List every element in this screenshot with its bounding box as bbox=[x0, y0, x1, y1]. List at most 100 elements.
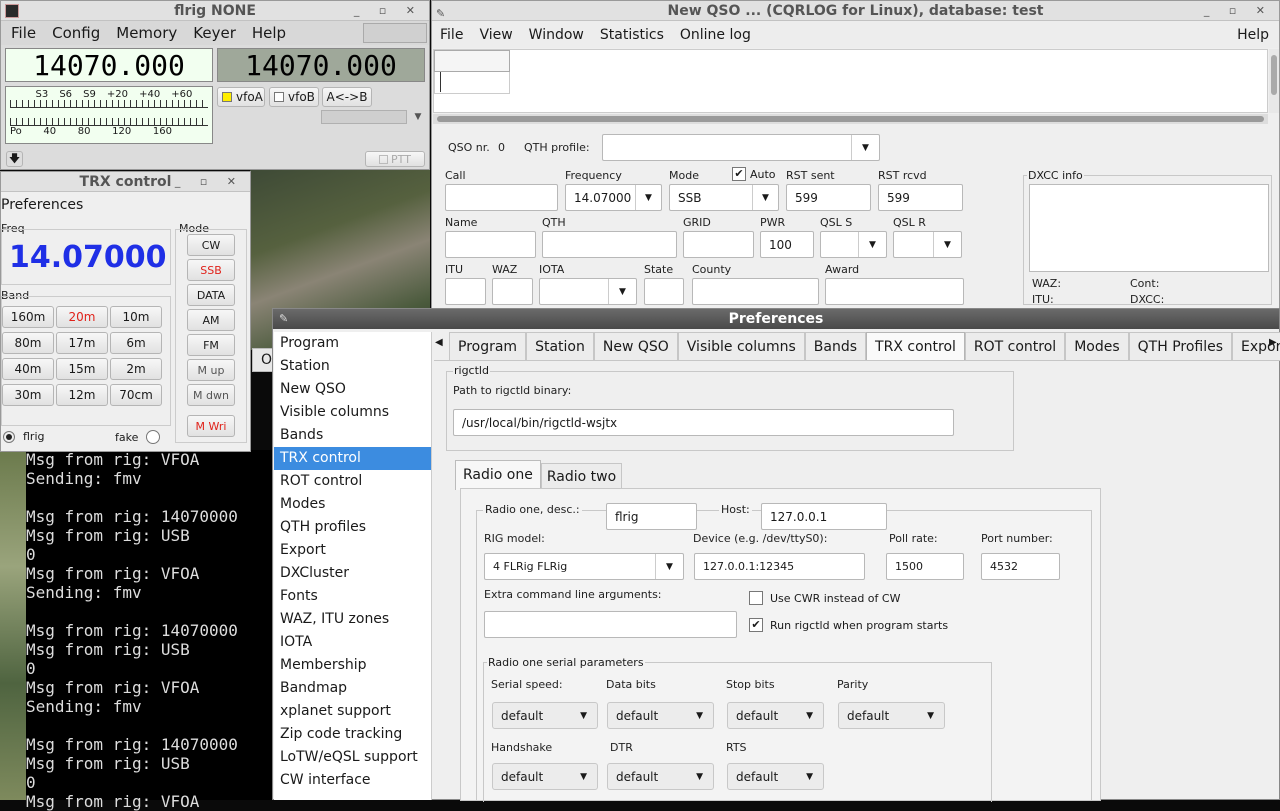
prefs-sidebar-item-xplanet-support[interactable]: xplanet support bbox=[274, 700, 431, 723]
rts-select[interactable]: default ▼ bbox=[727, 763, 824, 790]
port-input[interactable]: 4532 bbox=[981, 553, 1060, 580]
flrig-radio[interactable]: flrig bbox=[3, 430, 45, 443]
prefs-sidebar-item-trx-control[interactable]: TRX control bbox=[274, 447, 431, 470]
flrig-menu-help[interactable]: Help bbox=[244, 20, 294, 46]
flrig-slider-arrow[interactable]: ▼ bbox=[409, 110, 427, 124]
band-button-15m[interactable]: 15m bbox=[56, 358, 108, 380]
device-input[interactable]: 127.0.0.1:12345 bbox=[694, 553, 865, 580]
host-input[interactable]: 127.0.0.1 bbox=[761, 503, 887, 530]
mode-button-am[interactable]: AM bbox=[187, 309, 235, 331]
band-button-30m[interactable]: 30m bbox=[2, 384, 54, 406]
prefs-tab-scroll-right[interactable]: ▶ bbox=[1269, 337, 1277, 348]
prefs-sidebar-item-zip-code-tracking[interactable]: Zip code tracking bbox=[274, 723, 431, 746]
parity-select[interactable]: default ▼ bbox=[838, 702, 945, 729]
vfob-button[interactable]: vfoB bbox=[269, 87, 319, 107]
vfoa-button[interactable]: vfoA bbox=[217, 87, 265, 107]
fake-radio[interactable]: fake bbox=[115, 430, 161, 444]
band-button-80m[interactable]: 80m bbox=[2, 332, 54, 354]
prefs-sidebar-item-modes[interactable]: Modes bbox=[274, 493, 431, 516]
cwr-checkbox[interactable]: Use CWR instead of CW bbox=[749, 591, 900, 605]
dtr-select[interactable]: default ▼ bbox=[607, 763, 714, 790]
desc-input[interactable]: flrig bbox=[606, 503, 697, 530]
prefs-tab-modes[interactable]: Modes bbox=[1065, 332, 1129, 360]
prefs-sidebar-item-program[interactable]: Program bbox=[274, 332, 431, 355]
prefs-sidebar-item-cw-interface[interactable]: CW interface bbox=[274, 769, 431, 792]
iota-select[interactable]: ▼ bbox=[539, 278, 637, 305]
band-button-10m[interactable]: 10m bbox=[110, 306, 162, 328]
vfo-b-display[interactable]: 14070.000 bbox=[217, 48, 425, 82]
prefs-sidebar-item-station[interactable]: Station bbox=[274, 355, 431, 378]
collapse-button[interactable]: 🡇 bbox=[6, 151, 23, 167]
prefs-sidebar-item-qth-profiles[interactable]: QTH profiles bbox=[274, 516, 431, 539]
qth-input[interactable] bbox=[542, 231, 677, 258]
poll-input[interactable]: 1500 bbox=[886, 553, 964, 580]
band-button-2m[interactable]: 2m bbox=[110, 358, 162, 380]
qso-grid-hscroll[interactable] bbox=[433, 114, 1268, 124]
prefs-tab-trx-control[interactable]: TRX control bbox=[866, 332, 965, 360]
prefs-sidebar-item-waz-itu-zones[interactable]: WAZ, ITU zones bbox=[274, 608, 431, 631]
qso-menu-statistics[interactable]: Statistics bbox=[592, 22, 672, 48]
prefs-sidebar-item-visible-columns[interactable]: Visible columns bbox=[274, 401, 431, 424]
prefs-sidebar-item-membership[interactable]: Membership bbox=[274, 654, 431, 677]
itu-input[interactable] bbox=[445, 278, 486, 305]
data-bits-select[interactable]: default ▼ bbox=[607, 702, 714, 729]
band-button-12m[interactable]: 12m bbox=[56, 384, 108, 406]
state-input[interactable] bbox=[644, 278, 684, 305]
vfo-a-display[interactable]: 14070.000 bbox=[5, 48, 213, 82]
prefs-sidebar-item-export[interactable]: Export bbox=[274, 539, 431, 562]
county-input[interactable] bbox=[692, 278, 819, 305]
extra-args-input[interactable] bbox=[484, 611, 737, 638]
serial-speed-select[interactable]: default ▼ bbox=[492, 702, 598, 729]
qso-menu-view[interactable]: View bbox=[471, 22, 520, 48]
qso-grid-area[interactable] bbox=[433, 49, 1268, 113]
trx-window-controls[interactable]: _ ▫ ✕ bbox=[175, 172, 244, 192]
qso-menu-help[interactable]: Help bbox=[1227, 22, 1279, 48]
stop-bits-select[interactable]: default ▼ bbox=[727, 702, 824, 729]
mode-button-fm[interactable]: FM bbox=[187, 334, 235, 356]
award-input[interactable] bbox=[825, 278, 964, 305]
prefs-sidebar-item-lotw-eqsl-support[interactable]: LoTW/eQSL support bbox=[274, 746, 431, 769]
flrig-menu-memory[interactable]: Memory bbox=[108, 20, 185, 46]
tab-radio-one[interactable]: Radio one bbox=[455, 460, 541, 490]
prefs-sidebar-item-bands[interactable]: Bands bbox=[274, 424, 431, 447]
qso-grid-vscroll[interactable] bbox=[1269, 49, 1279, 113]
qso-menu-window[interactable]: Window bbox=[521, 22, 592, 48]
tab-radio-two[interactable]: Radio two bbox=[540, 463, 623, 490]
mode-select[interactable]: SSB ▼ bbox=[669, 184, 779, 211]
mode-button-ssb[interactable]: SSB bbox=[187, 259, 235, 281]
prefs-tab-qth-profiles[interactable]: QTH Profiles bbox=[1128, 332, 1233, 360]
mode-button-cw[interactable]: CW bbox=[187, 234, 235, 256]
band-button-40m[interactable]: 40m bbox=[2, 358, 54, 380]
ptt-button[interactable]: PTT bbox=[365, 151, 425, 167]
qso-menu-online-log[interactable]: Online log bbox=[672, 22, 759, 48]
qso-menu-file[interactable]: File bbox=[432, 22, 471, 48]
run-rigctld-checkbox[interactable]: ✔ Run rigctld when program starts bbox=[749, 618, 948, 632]
band-button-17m[interactable]: 17m bbox=[56, 332, 108, 354]
swap-vfo-button[interactable]: A<->B bbox=[322, 87, 372, 107]
band-button-6m[interactable]: 6m bbox=[110, 332, 162, 354]
call-input[interactable] bbox=[445, 184, 558, 211]
mode-button-m-wri[interactable]: M Wri bbox=[187, 415, 235, 437]
name-input[interactable] bbox=[445, 231, 536, 258]
handshake-select[interactable]: default ▼ bbox=[492, 763, 598, 790]
rigctld-path-input[interactable]: /usr/local/bin/rigctld-wsjtx bbox=[453, 409, 954, 436]
grid-input[interactable] bbox=[683, 231, 754, 258]
qsl-s-select[interactable]: ▼ bbox=[820, 231, 887, 258]
flrig-menu-file[interactable]: File bbox=[3, 20, 44, 46]
qsl-r-select[interactable]: ▼ bbox=[893, 231, 962, 258]
qth-profile-select[interactable]: ▼ bbox=[602, 134, 880, 161]
mode-button-m-dwn[interactable]: M dwn bbox=[187, 384, 235, 406]
window-controls[interactable]: _ ▫ ✕ bbox=[354, 1, 423, 21]
prefs-tab-visible-columns[interactable]: Visible columns bbox=[677, 332, 805, 360]
rst-rcvd-input[interactable]: 599 bbox=[878, 184, 963, 211]
band-button-20m[interactable]: 20m bbox=[56, 306, 108, 328]
prefs-tab-station[interactable]: Station bbox=[526, 332, 594, 360]
waz-input[interactable] bbox=[492, 278, 533, 305]
prefs-sidebar-item-rot-control[interactable]: ROT control bbox=[274, 470, 431, 493]
prefs-tab-rot-control[interactable]: ROT control bbox=[964, 332, 1066, 360]
prefs-sidebar-item-new-qso[interactable]: New QSO bbox=[274, 378, 431, 401]
rst-sent-input[interactable]: 599 bbox=[786, 184, 871, 211]
mode-button-m-up[interactable]: M up bbox=[187, 359, 235, 381]
band-button-160m[interactable]: 160m bbox=[2, 306, 54, 328]
qso-window-controls[interactable]: _ ▫ ✕ bbox=[1204, 1, 1273, 21]
